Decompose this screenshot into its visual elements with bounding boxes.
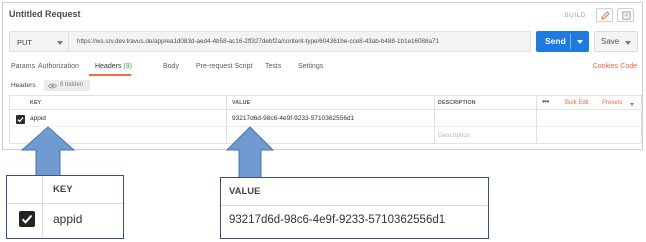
save-button[interactable]: Save (594, 31, 638, 52)
code-link[interactable]: Code (620, 63, 637, 70)
hidden-headers-toggle[interactable]: 8 hidden (44, 80, 90, 91)
request-title-bar: Untitled Request BUILD (3, 3, 642, 25)
zoom-callout-key: KEY appid (6, 175, 124, 239)
save-options-chevron-icon[interactable] (625, 41, 631, 45)
column-header-key: KEY (30, 100, 42, 106)
header-value-cell[interactable]: 93217d6d-98c6-4e9f-9233-5710362556d1 (232, 115, 354, 122)
tab-headers-label: Headers (95, 63, 122, 70)
tab-pre-request-script[interactable]: Pre-request Script (196, 63, 252, 70)
url-input[interactable] (69, 31, 531, 52)
headers-table: KEY VALUE DESCRIPTION ••• Bulk Edit Pres… (9, 95, 642, 144)
active-tab-indicator (89, 74, 131, 76)
document-icon (622, 11, 631, 20)
headers-section-label: Headers (11, 82, 36, 89)
send-options-chevron-icon[interactable] (577, 40, 583, 44)
eye-icon (48, 83, 57, 89)
save-label: Save (601, 37, 620, 46)
send-label: Send (545, 36, 566, 46)
request-panel: Untitled Request BUILD PUT Send Save (2, 2, 643, 150)
docs-button[interactable] (617, 8, 634, 22)
hidden-count-label: 8 hidden (60, 82, 84, 88)
url-bar: PUT Send Save (3, 31, 642, 53)
zoom-value-header: VALUE (229, 186, 261, 197)
request-title[interactable]: Untitled Request (9, 9, 81, 19)
table-row-new: Description (10, 128, 641, 144)
callout-arrow-key (20, 126, 76, 178)
method-select[interactable]: PUT (9, 31, 69, 52)
method-label: PUT (17, 38, 32, 47)
zoom-key-header: KEY (53, 184, 73, 195)
row-enabled-checkbox[interactable] (16, 115, 25, 124)
bulk-edit-link[interactable]: Bulk Edit (565, 100, 589, 106)
more-options-icon[interactable]: ••• (542, 97, 549, 106)
cookies-link[interactable]: Cookies (593, 63, 618, 70)
edit-button[interactable] (596, 8, 613, 22)
request-tabs: Params Authorization Headers (9) Body Pr… (3, 61, 642, 77)
description-input[interactable]: Description (438, 132, 471, 139)
pencil-icon (601, 11, 610, 20)
tab-headers[interactable]: Headers (9) (95, 63, 132, 70)
send-divider (570, 34, 571, 49)
headers-subheader: Headers 8 hidden (3, 79, 642, 93)
zoom-checkbox (19, 211, 35, 227)
zoom-value-text: 93217d6d-98c6-4e9f-9233-5710362556d1 (229, 214, 446, 226)
zoom-divider (7, 203, 123, 204)
column-header-description: DESCRIPTION (438, 100, 476, 106)
chevron-down-icon (57, 41, 63, 45)
header-key-cell[interactable]: appid (30, 115, 46, 122)
tab-headers-count: (9) (123, 63, 132, 70)
send-button[interactable]: Send (536, 31, 589, 52)
presets-dropdown[interactable]: Presets (602, 100, 622, 106)
zoom-divider (42, 176, 43, 238)
callout-arrow-value (225, 126, 275, 180)
tab-body[interactable]: Body (163, 63, 179, 70)
checkmark-icon (21, 214, 33, 224)
checkmark-icon (17, 117, 24, 123)
presets-chevron-icon (630, 103, 634, 106)
table-row: appid 93217d6d-98c6-4e9f-9233-5710362556… (10, 111, 641, 127)
tab-authorization[interactable]: Authorization (38, 63, 79, 70)
zoom-callout-value: VALUE 93217d6d-98c6-4e9f-9233-5710362556… (220, 177, 489, 239)
table-header-row: KEY VALUE DESCRIPTION ••• Bulk Edit Pres… (10, 96, 641, 110)
tab-params[interactable]: Params (11, 63, 35, 70)
tab-settings[interactable]: Settings (298, 63, 323, 70)
column-header-value: VALUE (232, 100, 251, 106)
zoom-divider (221, 205, 488, 206)
build-label: BUILD (564, 12, 586, 19)
tab-tests[interactable]: Tests (265, 63, 281, 70)
zoom-key-value: appid (53, 212, 83, 226)
